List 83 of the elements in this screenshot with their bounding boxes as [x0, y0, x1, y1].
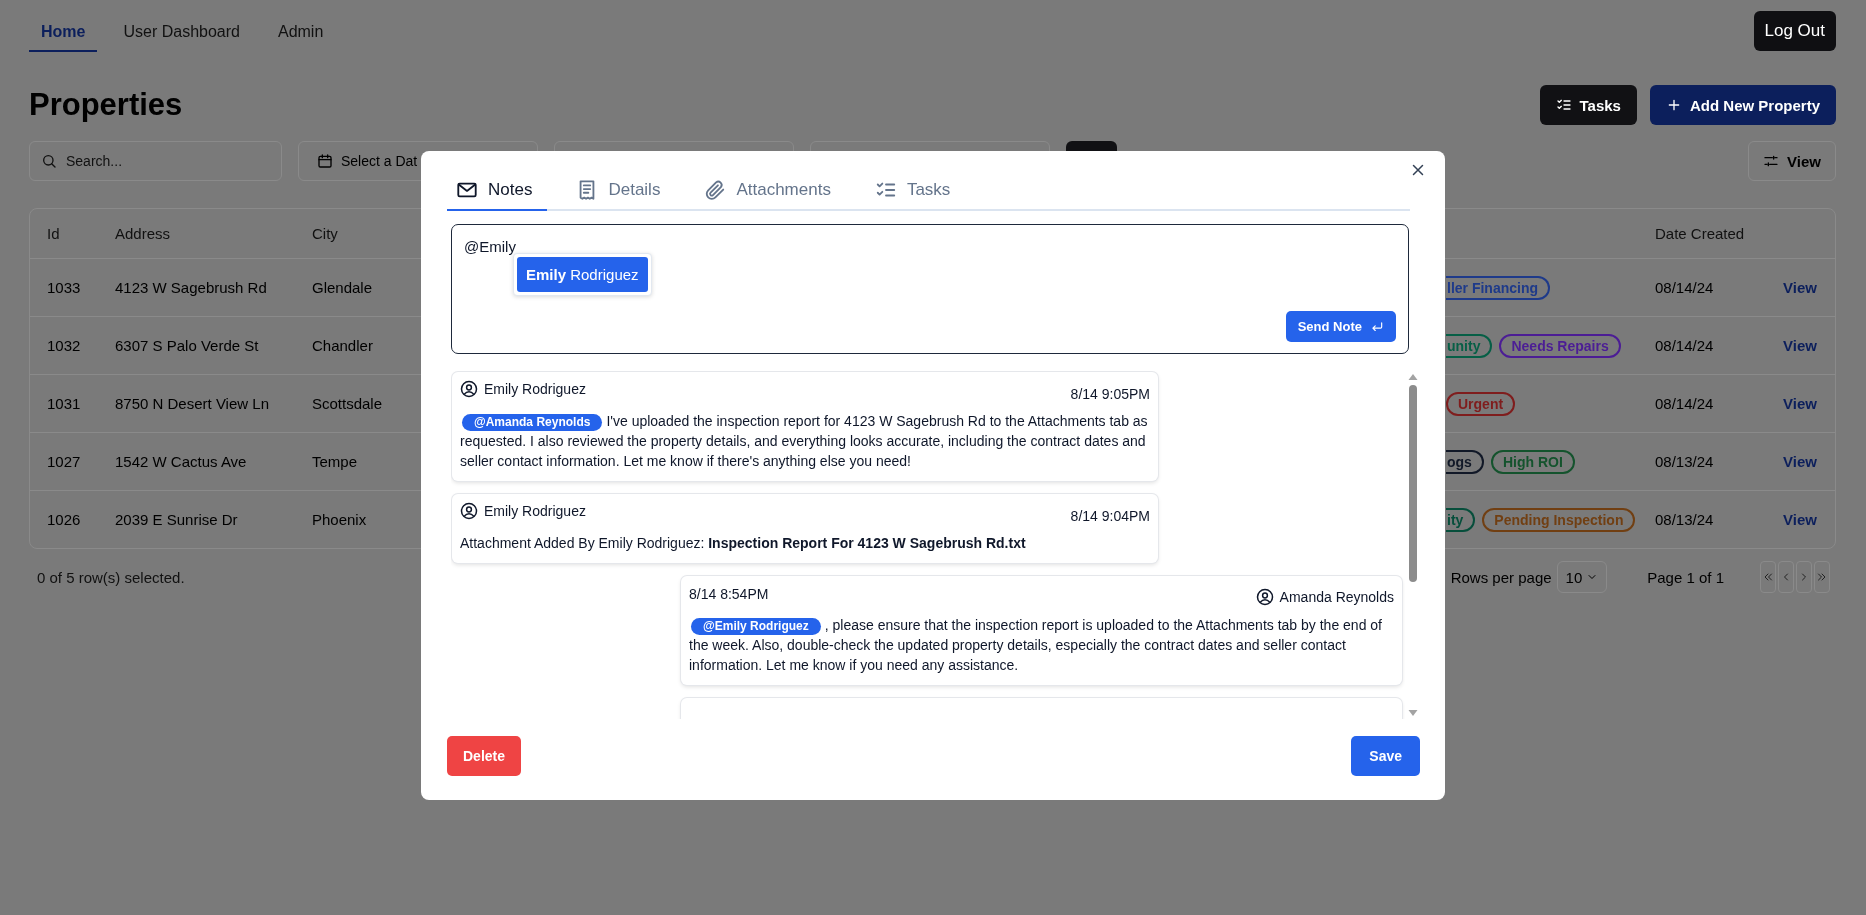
note-time: 8/14 9:05PM	[1070, 386, 1150, 402]
table-cell: 1026	[47, 511, 81, 528]
user-icon	[460, 380, 478, 398]
save-button[interactable]: Save	[1351, 736, 1420, 776]
column-header: Id	[47, 225, 60, 242]
dialog-tab[interactable]: Tasks	[865, 179, 966, 211]
note-time: 8/14 9:04PM	[1070, 508, 1150, 524]
table-cell: 2039 E Sunrise Dr	[115, 511, 238, 528]
table-cell: Chandler	[312, 337, 373, 354]
column-header: Date Created	[1655, 225, 1745, 242]
dialog-tab[interactable]: Notes	[447, 179, 548, 211]
view-link[interactable]: View	[1783, 453, 1817, 470]
search-field[interactable]: Search...	[29, 141, 282, 181]
rows-per-page-label: Rows per page	[1450, 568, 1552, 586]
table-cell: 08/13/24	[1655, 453, 1714, 470]
next-page-button[interactable]	[1796, 561, 1812, 593]
table-cell: Phoenix	[312, 511, 367, 528]
table-cell: Tempe	[312, 453, 358, 470]
logout-button[interactable]: Log Out	[1753, 11, 1836, 51]
status-tag: Pending Inspection	[1482, 507, 1636, 532]
table-cell: Scottsdale	[312, 395, 383, 412]
table-cell: 1027	[47, 453, 81, 470]
table-cell: 6307 S Palo Verde St	[115, 337, 259, 354]
user-icon	[460, 502, 478, 520]
paperclip-icon	[704, 179, 727, 201]
table-cell: 1033	[47, 279, 81, 296]
status-tag: Urgent	[1446, 391, 1516, 416]
calendar-icon	[317, 153, 333, 169]
double-chevron-right-icon	[1816, 571, 1828, 583]
note-text: Attachment Added By Emily Rodriguez: Inspection Report For 4123 W Sagebrush Rd.txt	[460, 534, 1027, 553]
table-cell: 1032	[47, 337, 81, 354]
page-size-select[interactable]: 10	[1556, 561, 1608, 593]
page-title: Properties	[29, 87, 183, 123]
status-tag: ller Financing	[1446, 275, 1550, 300]
view-link[interactable]: View	[1783, 279, 1817, 296]
dialog-tab[interactable]: Details	[567, 179, 676, 211]
table-cell: Glendale	[312, 279, 373, 296]
send-note-button[interactable]: Send Note	[1285, 311, 1396, 342]
table-cell: 08/14/24	[1655, 279, 1714, 296]
view-link[interactable]: View	[1783, 511, 1817, 528]
delete-button[interactable]: Delete	[447, 736, 522, 776]
table-cell: 08/14/24	[1655, 395, 1714, 412]
user-icon	[1255, 588, 1274, 606]
view-link[interactable]: View	[1783, 337, 1817, 354]
add-property-button[interactable]: Add New Property	[1649, 85, 1836, 125]
status-tag: Needs Repairs	[1499, 333, 1621, 358]
page-info: Page 1 of 1	[1647, 568, 1724, 586]
note-time: 8/14 8:54PM	[689, 586, 769, 602]
mention-suggestion[interactable]: Emily Rodriguez	[517, 257, 648, 292]
column-header: City	[312, 225, 338, 242]
nav-tab[interactable]: Admin	[265, 19, 336, 52]
previous-page-button[interactable]	[1778, 561, 1794, 593]
table-cell: 4123 W Sagebrush Rd	[115, 279, 267, 296]
first-page-button[interactable]	[1760, 561, 1776, 593]
table-cell: 1542 W Cactus Ave	[115, 453, 247, 470]
view-link[interactable]: View	[1783, 395, 1817, 412]
note-text: @Amanda Reynolds I've uploaded the inspection report for 4123 W Sagebrush Rd to the Attachments tab as requested. I also reviewed the property details, and everything looks accurate, including the contract dates and seller contact information. Let me know if there's anything else you need!	[460, 412, 1149, 471]
nav-tab[interactable]: Home	[29, 19, 98, 52]
sliders-icon	[1763, 153, 1780, 169]
tasks-button[interactable]: Tasks	[1539, 85, 1637, 125]
last-page-button[interactable]	[1814, 561, 1830, 593]
double-chevron-left-icon	[1762, 571, 1774, 583]
scroll-down-icon[interactable]	[1407, 709, 1418, 717]
table-cell: 1031	[47, 395, 81, 412]
author-name: Amanda Reynolds	[1279, 589, 1394, 605]
note-text: @Emily Rodriguez , please ensure that the inspection report is uploaded to the Attachments tab by the end of the week. Also, double-check the updated property details, especially the contract dates and seller contact information. Let me know if you need any assistance.	[689, 616, 1383, 675]
search-icon	[41, 153, 57, 169]
mention-tag[interactable]: @Emily Rodriguez	[691, 618, 821, 635]
status-tag: High ROI	[1490, 449, 1575, 474]
table-cell: 08/14/24	[1655, 337, 1714, 354]
table-cell: 8750 N Desert View Ln	[115, 395, 269, 412]
author-name: Emily Rodriguez	[484, 381, 586, 397]
dialog-tab[interactable]: Attachments	[695, 179, 846, 211]
table-cell: 08/13/24	[1655, 511, 1714, 528]
mention-tag[interactable]: @Amanda Reynolds	[462, 414, 603, 431]
selection-count: 0 of 5 row(s) selected.	[36, 568, 185, 586]
author-name: Emily Rodriguez	[484, 503, 586, 519]
scroll-up-icon[interactable]	[1407, 373, 1418, 381]
column-header: Address	[115, 225, 171, 242]
enter-icon	[1370, 319, 1384, 334]
nav-tab[interactable]: User Dashboard	[111, 19, 252, 52]
checklist-icon	[1555, 97, 1572, 113]
view-button[interactable]: View	[1748, 141, 1836, 181]
